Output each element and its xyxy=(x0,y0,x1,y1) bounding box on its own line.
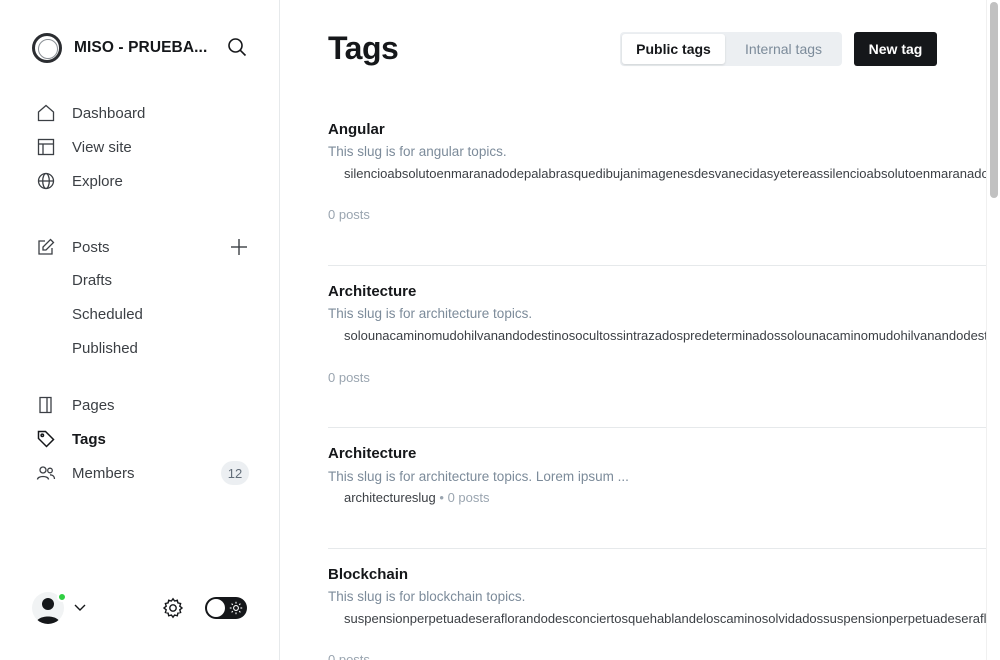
site-title: MISO - PRUEBA... xyxy=(74,39,208,56)
add-post-icon[interactable] xyxy=(229,237,249,257)
tag-name: Architecture xyxy=(328,445,417,462)
chevron-down-icon[interactable] xyxy=(73,602,87,614)
page-icon xyxy=(39,396,52,414)
sun-icon xyxy=(229,601,243,615)
nav-view-site-label: View site xyxy=(72,138,132,156)
tag-post-count[interactable]: 0 posts xyxy=(448,490,490,505)
nav-pages[interactable]: Pages xyxy=(36,393,115,417)
members-count-badge: 12 xyxy=(221,461,249,485)
home-icon xyxy=(37,104,55,122)
tag-description: This slug is for angular topics. xyxy=(328,144,507,159)
toggle-knob xyxy=(207,599,225,617)
tag-slug: suspensionperpetuadeseraflorandodesconci… xyxy=(344,611,986,626)
nav-dashboard-label: Dashboard xyxy=(72,104,146,122)
online-status-dot xyxy=(57,592,67,602)
members-icon xyxy=(36,466,56,480)
tag-post-count[interactable]: 0 posts xyxy=(328,652,370,660)
nav-view-site[interactable]: View site xyxy=(36,135,132,159)
sidebar: MISO - PRUEBA... Dashboard View site Exp… xyxy=(0,0,280,660)
tag-description: This slug is for architecture topics. Lo… xyxy=(328,469,629,484)
nav-scheduled[interactable]: Scheduled xyxy=(72,306,143,323)
nav-posts-label: Posts xyxy=(72,238,110,256)
tag-slug: silencioabsolutoenmaranadodepalabrasqued… xyxy=(344,166,986,181)
nav-pages-label: Pages xyxy=(72,396,115,414)
nav-published[interactable]: Published xyxy=(72,340,138,357)
search-icon[interactable] xyxy=(227,37,247,57)
layout-icon xyxy=(37,138,55,156)
scrollbar-thumb[interactable] xyxy=(990,2,998,198)
scrollbar[interactable] xyxy=(986,0,1000,660)
site-logo xyxy=(32,33,62,63)
globe-icon xyxy=(37,172,55,190)
tag-slug-line: architectureslug • 0 posts xyxy=(344,490,489,505)
nav-dashboard[interactable]: Dashboard xyxy=(36,101,145,125)
site-header[interactable]: MISO - PRUEBA... xyxy=(32,33,252,63)
tag-post-count[interactable]: 0 posts xyxy=(328,207,370,222)
list-item[interactable]: Architecture This slug is for architectu… xyxy=(328,442,986,549)
tag-description: This slug is for blockchain topics. xyxy=(328,589,526,604)
row-divider xyxy=(328,548,986,549)
separator-dot: • xyxy=(435,490,448,505)
list-item[interactable]: Angular This slug is for angular topics.… xyxy=(328,118,986,266)
tags-list: Angular This slug is for angular topics.… xyxy=(328,0,986,660)
nav-members[interactable]: Members xyxy=(36,461,135,485)
theme-toggle[interactable] xyxy=(205,597,247,619)
tag-description: This slug is for architecture topics. xyxy=(328,306,533,321)
tag-name: Angular xyxy=(328,121,385,138)
nav-explore-label: Explore xyxy=(72,172,123,190)
tag-post-count[interactable]: 0 posts xyxy=(328,370,370,385)
list-item[interactable]: Architecture This slug is for architectu… xyxy=(328,280,986,428)
gear-icon[interactable] xyxy=(162,597,184,619)
row-divider xyxy=(328,427,986,428)
tag-slug: solounacaminomudohilvanandodestinosocult… xyxy=(344,328,986,343)
nav-tags-label: Tags xyxy=(72,430,106,448)
nav-tags[interactable]: Tags xyxy=(36,427,106,451)
nav-posts[interactable]: Posts xyxy=(36,235,110,259)
list-item[interactable]: Blockchain This slug is for blockchain t… xyxy=(328,563,986,660)
edit-icon xyxy=(38,238,55,255)
nav-drafts[interactable]: Drafts xyxy=(72,272,112,289)
row-divider xyxy=(328,265,986,266)
tag-slug: architectureslug xyxy=(344,490,436,505)
tag-icon xyxy=(37,430,55,448)
tag-name: Blockchain xyxy=(328,566,409,583)
nav-explore[interactable]: Explore xyxy=(36,169,123,193)
nav-members-label: Members xyxy=(72,464,135,482)
tag-name: Architecture xyxy=(328,283,417,300)
